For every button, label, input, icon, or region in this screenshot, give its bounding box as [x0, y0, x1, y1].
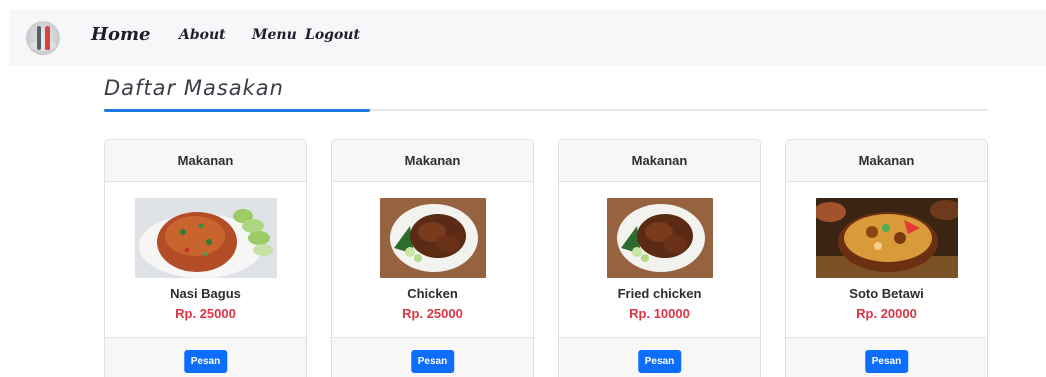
- card-footer: Pesan: [105, 337, 306, 377]
- nav-logout-link[interactable]: Logout: [305, 27, 360, 43]
- food-name: Fried chicken: [617, 286, 702, 301]
- restaurant-logo-icon[interactable]: [26, 21, 60, 55]
- food-name: Nasi Bagus: [170, 286, 241, 301]
- menu-card: Makanan Nasi Bagus Rp. 25000 Pesan: [104, 139, 307, 377]
- menu-card: Makanan Soto Betawi Rp. 20000 Pesan: [785, 139, 988, 377]
- navbar: Home About Menu Logout: [9, 10, 1046, 66]
- food-price: Rp. 25000: [175, 306, 236, 321]
- order-button[interactable]: Pesan: [183, 350, 228, 373]
- menu-card: Makanan Chicken Rp. 25000 Pesan: [331, 139, 534, 377]
- section-title: Daftar Masakan: [104, 76, 284, 100]
- nav-menu-link[interactable]: Menu: [252, 27, 297, 43]
- title-divider-accent: [104, 109, 370, 112]
- nav-home-link[interactable]: Home: [91, 24, 151, 45]
- card-header: Makanan: [559, 140, 760, 182]
- food-price: Rp. 10000: [629, 306, 690, 321]
- chicken-photo: [380, 198, 486, 278]
- food-name: Chicken: [407, 286, 458, 301]
- food-price: Rp. 25000: [402, 306, 463, 321]
- fried-chicken-photo: [607, 198, 713, 278]
- soto-betawi-photo: [816, 198, 958, 278]
- card-footer: Pesan: [332, 337, 533, 377]
- nasi-goreng-photo: [135, 198, 277, 278]
- order-button[interactable]: Pesan: [637, 350, 682, 373]
- order-button[interactable]: Pesan: [864, 350, 909, 373]
- order-button[interactable]: Pesan: [410, 350, 455, 373]
- card-header: Makanan: [786, 140, 987, 182]
- nav-about-link[interactable]: About: [179, 27, 226, 43]
- food-price: Rp. 20000: [856, 306, 917, 321]
- card-header: Makanan: [105, 140, 306, 182]
- food-name: Soto Betawi: [849, 286, 924, 301]
- card-header: Makanan: [332, 140, 533, 182]
- card-footer: Pesan: [559, 337, 760, 377]
- menu-card: Makanan Fried chicken Rp. 10000 Pesan: [558, 139, 761, 377]
- card-footer: Pesan: [786, 337, 987, 377]
